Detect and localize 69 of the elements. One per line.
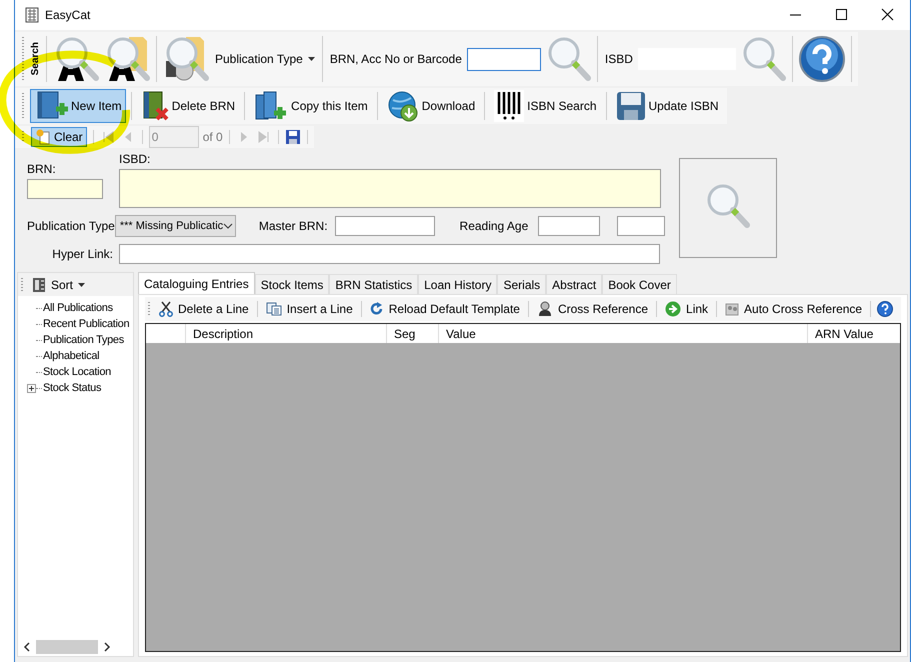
field-label: BRN:: [27, 162, 57, 176]
tab[interactable]: Loan History: [418, 274, 498, 294]
new-page-icon: [35, 129, 51, 145]
book-delete-icon: [140, 89, 169, 123]
tree-item[interactable]: Stock Status: [43, 382, 102, 394]
tab[interactable]: Stock Items: [254, 274, 330, 294]
record-count: of 0: [202, 130, 223, 144]
toolbar-button[interactable]: Insert a Line: [264, 302, 355, 316]
column-header: Seg: [387, 324, 439, 343]
toolbar-button[interactable]: Cross Reference: [534, 301, 650, 317]
master-brn-field[interactable]: [334, 216, 435, 236]
toolbar-button[interactable]: New Item: [30, 89, 126, 123]
brn-field[interactable]: [27, 178, 103, 198]
tree-item[interactable]: Stock Location: [43, 366, 111, 378]
arrow-right-icon: [665, 301, 682, 317]
person-icon: [536, 301, 553, 317]
copy-icon: [266, 302, 282, 316]
toolbar-button[interactable]: Delete BRN: [136, 89, 240, 123]
toolbar-button[interactable]: Download: [382, 89, 480, 123]
toolbar-button[interactable]: Link: [663, 301, 710, 317]
app-icon: [25, 7, 39, 23]
hyper-link-field[interactable]: [119, 244, 660, 264]
scissors-icon: [159, 301, 173, 317]
reading-age-from-field[interactable]: [538, 216, 600, 236]
toolbar-button[interactable]: Copy this Item: [250, 89, 372, 123]
help-icon[interactable]: [798, 35, 846, 83]
field-label: Hyper Link:: [51, 247, 114, 261]
chevron-down-icon: [223, 223, 234, 229]
image-preview-icon[interactable]: [679, 158, 777, 258]
toolbar-button[interactable]: Update ISBN: [612, 89, 723, 123]
toolbar-button[interactable]: Auto Cross Reference: [723, 302, 864, 316]
isbd-field[interactable]: [119, 169, 661, 208]
column-header: Description: [186, 324, 387, 343]
caret-icon: [308, 57, 315, 61]
column-header: ARN Value: [814, 326, 874, 342]
toolbar-button[interactable]: Delete a Line: [157, 301, 251, 317]
tree-item[interactable]: Recent Publication: [43, 318, 130, 330]
tree-item[interactable]: All Publications: [43, 302, 113, 314]
reload-icon: [370, 302, 384, 316]
save-icon[interactable]: [284, 129, 301, 145]
field-label: Publication Type: [27, 219, 115, 233]
field-label: BRN, Acc No or Barcode: [328, 52, 463, 66]
reading-age-to-field[interactable]: [617, 216, 666, 236]
tree-item[interactable]: Alphabetical: [43, 350, 100, 362]
scroll-thumb[interactable]: [36, 640, 98, 654]
scroll-right-icon[interactable]: [102, 642, 112, 652]
tab[interactable]: Abstract: [546, 274, 602, 294]
tab[interactable]: Serials: [497, 274, 546, 294]
tab[interactable]: Cataloguing Entries: [138, 272, 255, 294]
field-label: ISBD:: [119, 152, 152, 166]
column-header: Value: [439, 324, 808, 343]
tree-item[interactable]: Publication Types: [43, 334, 124, 346]
expand-icon[interactable]: [27, 384, 36, 392]
toolbar-label: Search: [30, 42, 41, 76]
toolbar-button[interactable]: ISBN Search: [490, 89, 600, 123]
field-label: Reading Age: [460, 219, 528, 233]
field-label: ISBD: [604, 52, 634, 66]
toolbar-button[interactable]: Reload Default Template: [368, 302, 522, 316]
caret-icon: [78, 282, 86, 286]
publication-type-dropdown[interactable]: Publication Type: [213, 52, 317, 66]
help-icon[interactable]: [877, 301, 894, 317]
publication-type-select[interactable]: *** Missing Publicatic: [114, 215, 236, 237]
scroll-left-icon[interactable]: [22, 642, 32, 652]
field-label: Master BRN:: [258, 219, 328, 233]
window-title: EasyCat: [45, 8, 90, 22]
tab[interactable]: Book Cover: [602, 274, 677, 294]
sort-icon: [32, 276, 46, 292]
tab[interactable]: BRN Statistics: [329, 274, 418, 294]
barcode-input-field[interactable]: [466, 48, 541, 70]
